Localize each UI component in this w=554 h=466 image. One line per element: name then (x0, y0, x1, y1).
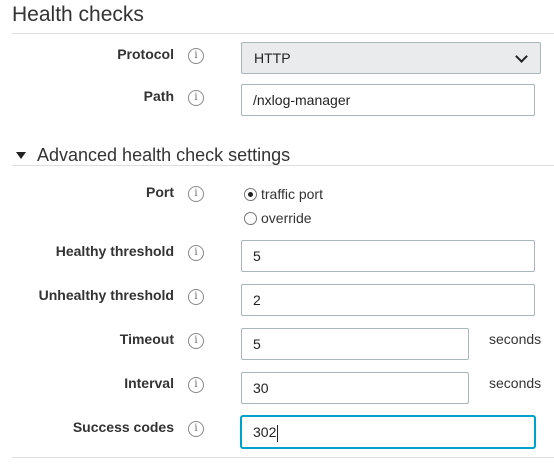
timeout-unit: seconds (489, 331, 542, 347)
section-divider (12, 33, 554, 34)
healthy-threshold-label: Healthy threshold (55, 243, 174, 259)
radio-unchecked-icon[interactable] (244, 211, 257, 225)
success-codes-value: 302 (253, 424, 277, 440)
healthy-threshold-info-icon[interactable]: i (188, 245, 204, 261)
interval-input[interactable]: 30 (241, 372, 469, 404)
success-codes-input[interactable]: 302 (241, 416, 535, 448)
bottom-divider (12, 457, 554, 458)
path-info-icon[interactable]: i (188, 90, 204, 106)
success-codes-info-icon[interactable]: i (188, 421, 204, 437)
interval-label: Interval (124, 375, 174, 391)
interval-unit: seconds (489, 375, 542, 391)
timeout-input[interactable]: 5 (241, 328, 469, 360)
interval-info-icon[interactable]: i (188, 377, 204, 393)
port-option-label: traffic port (261, 186, 323, 202)
unhealthy-threshold-label: Unhealthy threshold (38, 287, 174, 303)
chevron-down-icon (515, 50, 528, 63)
success-codes-label: Success codes (72, 419, 174, 435)
port-option-override[interactable]: override (244, 210, 312, 226)
protocol-info-icon[interactable]: i (188, 48, 204, 64)
path-input[interactable]: /nxlog-manager (241, 84, 535, 116)
healthy-threshold-input[interactable]: 5 (241, 240, 535, 272)
timeout-label: Timeout (119, 331, 174, 347)
health-checks-title: Health checks (12, 3, 144, 26)
caret-down-icon (16, 152, 26, 159)
advanced-settings-title: Advanced health check settings (37, 145, 291, 165)
port-label: Port (146, 184, 174, 200)
protocol-selected-value: HTTP (254, 50, 291, 66)
port-info-icon[interactable]: i (188, 186, 204, 202)
unhealthy-threshold-info-icon[interactable]: i (188, 289, 204, 305)
protocol-label: Protocol (117, 46, 174, 62)
port-option-label: override (261, 210, 312, 226)
advanced-settings-toggle[interactable]: Advanced health check settings (16, 145, 290, 166)
text-cursor (277, 424, 279, 442)
unhealthy-threshold-input[interactable]: 2 (241, 284, 535, 316)
protocol-select[interactable]: HTTP (241, 42, 541, 74)
radio-checked-icon[interactable] (244, 187, 257, 201)
port-option-traffic-port[interactable]: traffic port (244, 186, 323, 202)
timeout-info-icon[interactable]: i (188, 333, 204, 349)
advanced-divider (12, 165, 554, 166)
path-label: Path (143, 88, 174, 104)
